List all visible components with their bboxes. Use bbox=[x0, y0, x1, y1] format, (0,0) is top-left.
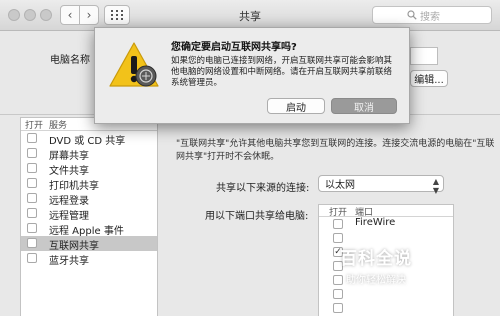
updown-arrows-icon: ▲ ▼ bbox=[432, 177, 439, 195]
port-label: FireWire bbox=[355, 217, 396, 228]
sharing-description: "互联网共享"允许其他电脑共享您到互联网的连接。连接交流电源的电脑在"互联网共享… bbox=[176, 139, 495, 162]
confirm-dialog: 您确定要启动互联网共享吗? 如果您的电脑已连接到网络，开启互联网共享可能会影响其… bbox=[94, 27, 410, 124]
service-row[interactable]: 互联网共享 bbox=[21, 236, 157, 252]
service-row[interactable]: 文件共享 bbox=[21, 161, 157, 177]
share-from-popup[interactable]: 以太网 ▲ ▼ bbox=[318, 175, 444, 195]
service-label: 打印机共享 bbox=[49, 181, 99, 192]
watermark-title: 百科全说 bbox=[340, 249, 412, 269]
dialog-message: 如果您的电脑已连接到网络，开启互联网共享可能会影响其他电脑的网络设置和中断网络。… bbox=[171, 56, 393, 88]
watermark-subtitle: 助你轻松解决 bbox=[346, 275, 406, 286]
service-row[interactable]: 屏幕共享 bbox=[21, 146, 157, 162]
port-row[interactable]: FireWire bbox=[319, 217, 453, 231]
service-checkbox[interactable] bbox=[27, 223, 37, 233]
share-from-value: 以太网 bbox=[325, 180, 355, 191]
service-checkbox[interactable] bbox=[27, 133, 37, 143]
watermark: 百科全说 助你轻松解决 bbox=[340, 244, 412, 286]
service-row[interactable]: 远程 Apple 事件 bbox=[21, 221, 157, 237]
computer-name-field[interactable] bbox=[410, 47, 438, 65]
port-checkbox[interactable] bbox=[333, 219, 343, 229]
header-service: 服务 bbox=[49, 121, 68, 131]
share-to-label: 用以下端口共享给电脑: bbox=[205, 211, 309, 222]
edit-button[interactable]: 编辑... bbox=[410, 70, 448, 87]
service-checkbox[interactable] bbox=[27, 253, 37, 263]
search-icon bbox=[407, 10, 417, 20]
service-checkbox[interactable] bbox=[27, 148, 37, 158]
port-checkbox[interactable] bbox=[333, 289, 343, 299]
service-label: 互联网共享 bbox=[49, 241, 99, 252]
start-button[interactable]: 启动 bbox=[267, 98, 325, 114]
share-from-label: 共享以下来源的连接: bbox=[216, 183, 310, 194]
search-placeholder: 搜索 bbox=[420, 11, 440, 23]
port-row[interactable] bbox=[319, 301, 453, 315]
port-checkbox[interactable] bbox=[333, 233, 343, 243]
port-checkbox[interactable] bbox=[333, 303, 343, 313]
service-checkbox[interactable] bbox=[27, 163, 37, 173]
header-on: 打开 bbox=[25, 121, 44, 131]
service-label: 远程管理 bbox=[49, 211, 89, 222]
service-checkbox[interactable] bbox=[27, 208, 37, 218]
service-label: 屏幕共享 bbox=[49, 151, 89, 162]
service-list[interactable]: 打开 服务 DVD 或 CD 共享 屏幕共享文件共享打印机共享远程登录远程管理远程… bbox=[20, 117, 158, 316]
service-row[interactable]: 远程管理 bbox=[21, 206, 157, 222]
service-row[interactable]: 远程登录 bbox=[21, 191, 157, 207]
warning-icon bbox=[109, 42, 159, 87]
service-label: 蓝牙共享 bbox=[49, 256, 89, 267]
service-row[interactable]: DVD 或 CD 共享 bbox=[21, 131, 157, 147]
computer-name-label: 电脑名称 bbox=[50, 55, 90, 66]
ports-list-header: 打开 端口 bbox=[319, 205, 453, 218]
service-checkbox[interactable] bbox=[27, 238, 37, 248]
service-row[interactable]: 蓝牙共享 bbox=[21, 251, 157, 267]
service-checkbox[interactable] bbox=[27, 193, 37, 203]
service-label: DVD 或 CD 共享 bbox=[49, 136, 126, 147]
service-label: 远程登录 bbox=[49, 196, 89, 207]
port-row[interactable] bbox=[319, 231, 453, 245]
dialog-title: 您确定要启动互联网共享吗? bbox=[171, 42, 297, 53]
service-row[interactable]: 打印机共享 bbox=[21, 176, 157, 192]
search-field[interactable]: 搜索 bbox=[372, 6, 492, 24]
cancel-button[interactable]: 取消 bbox=[331, 98, 397, 114]
service-label: 文件共享 bbox=[49, 166, 89, 177]
port-row[interactable] bbox=[319, 287, 453, 301]
service-label: 远程 Apple 事件 bbox=[49, 226, 124, 237]
service-checkbox[interactable] bbox=[27, 178, 37, 188]
